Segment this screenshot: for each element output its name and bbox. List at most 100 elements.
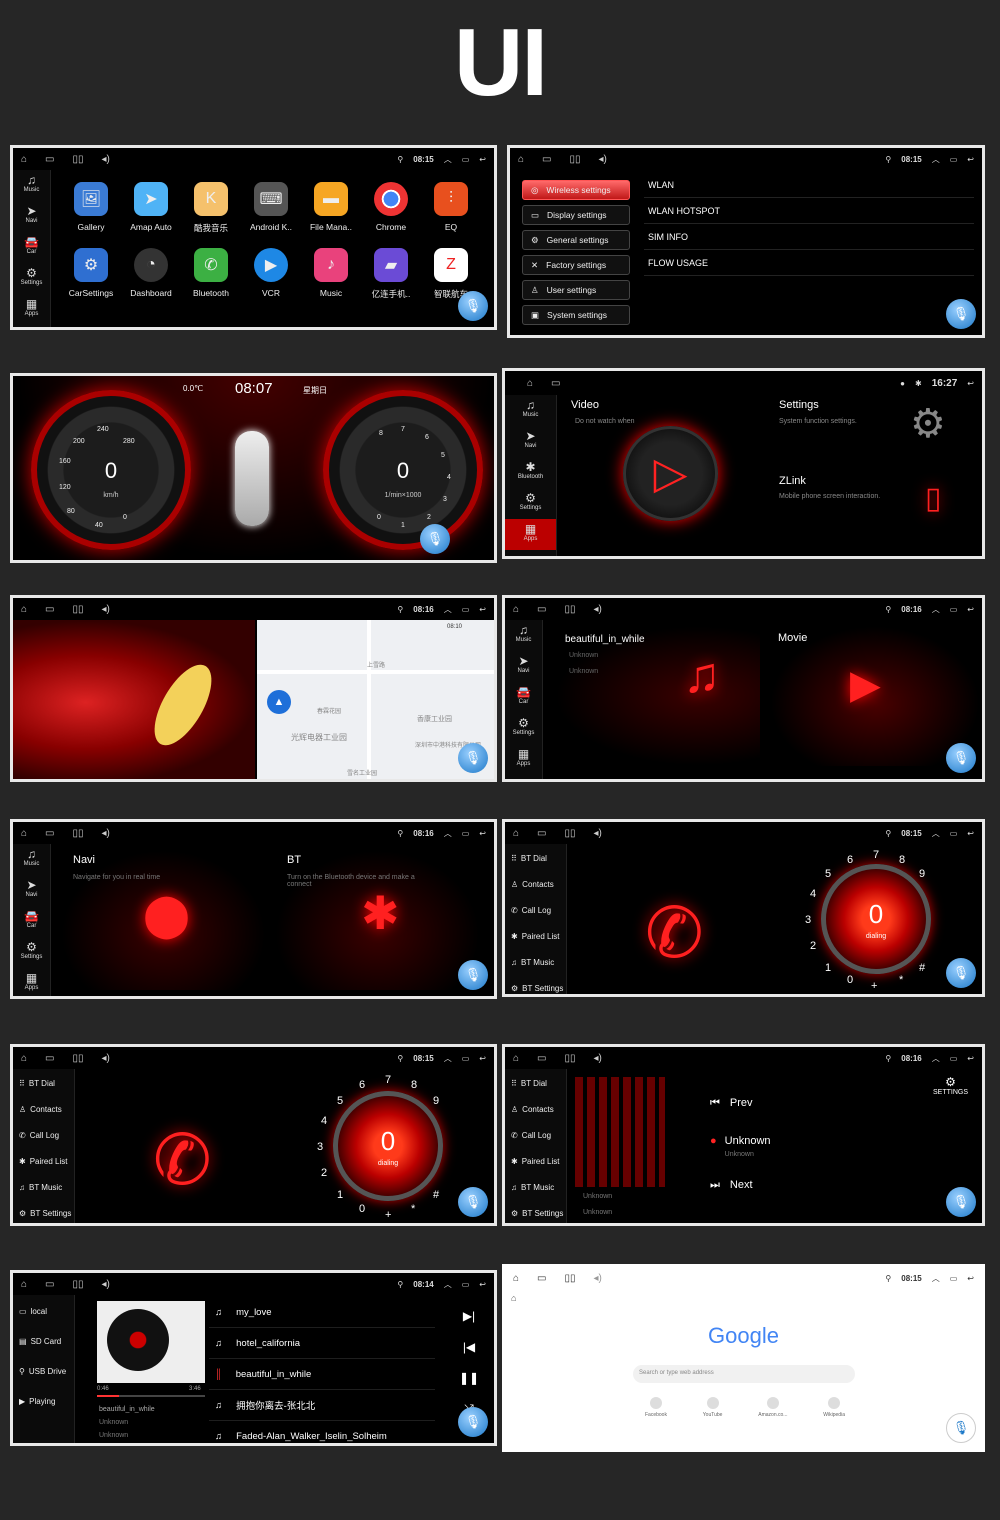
call-log-tab[interactable]: ✆ Call Log (505, 896, 566, 922)
next-icon[interactable]: ▶| (454, 1301, 484, 1332)
key-2[interactable]: 2 (810, 940, 816, 952)
volume-icon[interactable]: ◂) (594, 604, 602, 615)
source-playing[interactable]: ▶ Playing (13, 1385, 74, 1415)
bt-music-tab[interactable]: ♫ BT Music (505, 948, 566, 974)
up-icon[interactable]: ︿ (932, 828, 940, 839)
home-icon[interactable]: ⌂ (518, 154, 524, 165)
app-car-settings[interactable]: ⚙ CarSettings (61, 248, 121, 300)
mic-icon[interactable]: 🎙 (458, 743, 488, 773)
home-icon[interactable]: ⌂ (21, 828, 27, 839)
key-8[interactable]: 8 (411, 1079, 417, 1091)
zlink-card-title[interactable]: ZLink (779, 475, 806, 487)
key-7[interactable]: 7 (873, 849, 879, 861)
bt-dial-tab[interactable]: ⠿ BT Dial (13, 1069, 74, 1095)
now-playing[interactable]: ● Unknown Unknown (710, 1135, 771, 1159)
pause-icon[interactable]: ❚❚ (454, 1363, 484, 1394)
movie-card[interactable]: Movie ▶ (770, 626, 980, 766)
window-icon[interactable]: ▭ (462, 829, 470, 838)
back-icon[interactable]: ↩ (967, 1274, 974, 1283)
mic-icon[interactable]: 🎙 (946, 743, 976, 773)
key-7[interactable]: 7 (385, 1074, 391, 1086)
volume-icon[interactable]: ◂) (102, 1053, 110, 1064)
app-bluetooth[interactable]: ✆ Bluetooth (181, 248, 241, 300)
mic-icon[interactable]: 🎙 (458, 1407, 488, 1437)
key-hash[interactable]: # (919, 962, 925, 974)
recent-apps-icon[interactable]: ▯▯ (565, 828, 576, 839)
general-settings-button[interactable]: ⚙ General settings (522, 230, 630, 250)
home-icon[interactable]: ⌂ (513, 828, 519, 839)
shortcut-amazon[interactable]: Amazon.co... (758, 1397, 787, 1418)
sidebar-item-navi[interactable]: ➤ Navi (505, 651, 542, 682)
screen-icon[interactable]: ▭ (551, 378, 560, 389)
window-icon[interactable]: ▭ (462, 605, 470, 614)
shortcut-facebook[interactable]: Facebook (645, 1397, 667, 1418)
flow-usage-item[interactable]: FLOW USAGE (644, 250, 974, 276)
search-input[interactable]: Search or type web address (633, 1365, 855, 1383)
back-icon[interactable]: ↩ (967, 379, 974, 388)
video-card-title[interactable]: Video (571, 399, 599, 411)
home-icon[interactable]: ⌂ (513, 604, 519, 615)
screen-icon[interactable]: ▭ (537, 604, 546, 615)
sidebar-item-music[interactable]: ♫ Music (505, 395, 556, 426)
playlist-item[interactable]: ♫ Faded-Alan_Walker_Iselin_Solheim (209, 1421, 435, 1443)
bt-music-settings[interactable]: ⚙ SETTINGS (933, 1075, 968, 1096)
recent-apps-icon[interactable]: ▯▯ (73, 1053, 84, 1064)
recent-apps-icon[interactable]: ▯▯ (73, 604, 84, 615)
window-icon[interactable]: ▭ (462, 155, 470, 164)
bt-music-tab[interactable]: ♫ BT Music (505, 1173, 566, 1199)
app-kuwo[interactable]: K 酷我音乐 (181, 182, 241, 234)
up-icon[interactable]: ︿ (444, 604, 452, 615)
sidebar-item-apps[interactable]: ▦ Apps (13, 968, 50, 996)
home-icon[interactable]: ⌂ (21, 1279, 27, 1290)
key-plus[interactable]: + (385, 1209, 391, 1221)
sidebar-item-music[interactable]: ♫ Music (505, 620, 542, 651)
wireless-settings-button[interactable]: ◎ Wireless settings (522, 180, 630, 200)
system-settings-button[interactable]: ▣ System settings (522, 305, 630, 325)
bt-settings-tab[interactable]: ⚙ BT Settings (505, 1199, 566, 1223)
up-icon[interactable]: ︿ (444, 828, 452, 839)
app-android-k[interactable]: ⌨ Android K.. (241, 182, 301, 234)
screen-icon[interactable]: ▭ (537, 1053, 546, 1064)
home-icon[interactable]: ⌂ (21, 1053, 27, 1064)
browser-home-icon[interactable]: ⌂ (511, 1293, 516, 1303)
playlist-item[interactable]: ♫ 拥抱你离去-张北北 (209, 1390, 435, 1421)
screen-icon[interactable]: ▭ (45, 1279, 54, 1290)
source-usb[interactable]: ⚲ USB Drive (13, 1355, 74, 1385)
screen-icon[interactable]: ▭ (45, 1053, 54, 1064)
prev-button[interactable]: ⏮ Prev (710, 1097, 753, 1110)
key-8[interactable]: 8 (899, 854, 905, 866)
progress-bar[interactable] (97, 1395, 205, 1397)
app-yilian[interactable]: ▰ 亿连手机.. (361, 248, 421, 300)
sidebar-item-car[interactable]: 🚘 Car (13, 232, 50, 263)
volume-icon[interactable]: ◂) (102, 154, 110, 165)
source-sd-card[interactable]: ▤ SD Card (13, 1325, 74, 1355)
window-icon[interactable]: ▭ (950, 605, 958, 614)
paired-list-tab[interactable]: ✱ Paired List (505, 922, 566, 948)
key-star[interactable]: * (411, 1203, 415, 1215)
key-0[interactable]: 0 (359, 1203, 365, 1215)
bt-dial-tab[interactable]: ⠿ BT Dial (505, 844, 566, 870)
sidebar-item-settings[interactable]: ⚙ Settings (505, 488, 556, 519)
back-icon[interactable]: ↩ (967, 605, 974, 614)
contacts-tab[interactable]: ♙ Contacts (505, 1095, 566, 1121)
sidebar-item-car[interactable]: 🚘 Car (505, 682, 542, 713)
bt-music-tab[interactable]: ♫ BT Music (13, 1173, 74, 1199)
sidebar-item-navi[interactable]: ➤ Navi (13, 875, 50, 906)
mic-icon[interactable]: 🎙 (946, 1187, 976, 1217)
bt-card[interactable]: BT Turn on the Bluetooth device and make… (275, 850, 480, 990)
key-1[interactable]: 1 (825, 962, 831, 974)
up-icon[interactable]: ︿ (932, 604, 940, 615)
recent-apps-icon[interactable]: ▯▯ (73, 1279, 84, 1290)
app-music[interactable]: ♪ Music (301, 248, 361, 300)
recent-apps-icon[interactable]: ▯▯ (570, 154, 581, 165)
screen-icon[interactable]: ▭ (45, 828, 54, 839)
sidebar-item-music[interactable]: ♫ Music (13, 170, 50, 201)
back-icon[interactable]: ↩ (967, 1054, 974, 1063)
up-icon[interactable]: ︿ (932, 1053, 940, 1064)
key-2[interactable]: 2 (321, 1167, 327, 1179)
shortcut-youtube[interactable]: YouTube (703, 1397, 722, 1418)
recent-apps-icon[interactable]: ▯▯ (73, 828, 84, 839)
user-settings-button[interactable]: ♙ User settings (522, 280, 630, 300)
up-icon[interactable]: ︿ (444, 1279, 452, 1290)
settings-card-title[interactable]: Settings (779, 399, 819, 411)
